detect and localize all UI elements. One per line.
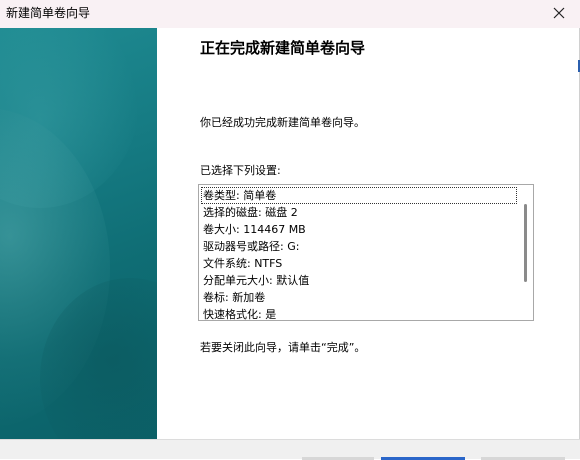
list-item[interactable]: 卷标: 新加卷 [201,289,517,306]
settings-list: 卷类型: 简单卷 选择的磁盘: 磁盘 2 卷大小: 114467 MB 驱动器号… [201,187,517,320]
page-heading: 正在完成新建简单卷向导 [200,39,366,57]
listbox-scrollbar[interactable] [518,186,532,319]
list-item[interactable]: 卷类型: 简单卷 [201,187,517,204]
title-bar: 新建简单卷向导 [0,0,580,28]
window-title: 新建简单卷向导 [6,6,91,20]
close-icon [553,7,565,19]
button-footer [0,439,580,460]
scrollbar-thumb[interactable] [524,204,527,282]
list-item[interactable]: 快速格式化: 是 [201,306,517,320]
intro-text: 你已经成功完成新建简单卷向导。 [200,116,365,129]
list-item[interactable]: 卷大小: 114467 MB [201,221,517,238]
wizard-window: 新建简单卷向导 正在完成新建简单卷向导 你已经成功完成新建简单卷向导。 已选择下… [0,0,580,460]
list-item[interactable]: 分配单元大小: 默认值 [201,272,517,289]
list-item[interactable]: 文件系统: NTFS [201,255,517,272]
close-button[interactable] [546,2,572,24]
list-item[interactable]: 选择的磁盘: 磁盘 2 [201,204,517,221]
finish-hint-text: 若要关闭此向导，请单击“完成”。 [200,341,366,354]
settings-listbox[interactable]: 卷类型: 简单卷 选择的磁盘: 磁盘 2 卷大小: 114467 MB 驱动器号… [198,184,534,321]
settings-label: 已选择下列设置: [200,164,281,177]
list-item[interactable]: 驱动器号或路径: G: [201,238,517,255]
wizard-banner-image [0,28,157,439]
